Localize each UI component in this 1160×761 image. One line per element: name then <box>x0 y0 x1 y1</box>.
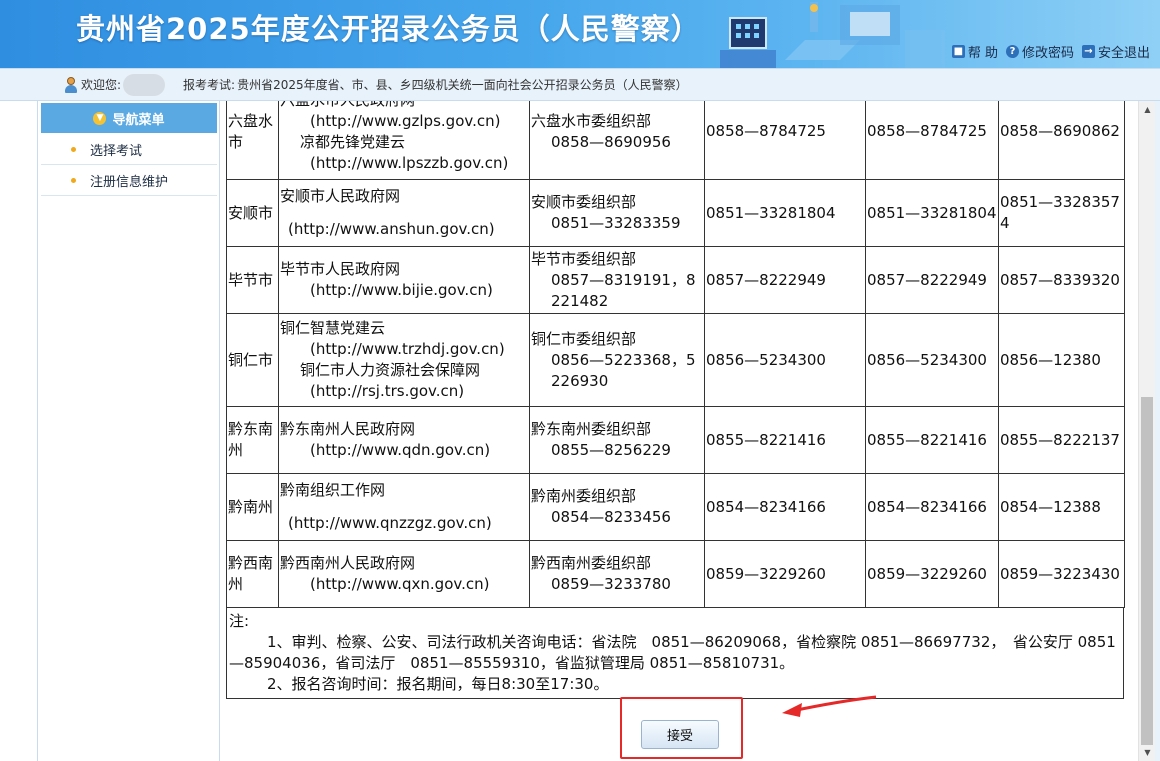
notes-line-1: 1、审判、检察、公安、司法行政机关咨询电话：省法院 0851—86209068，… <box>229 633 1116 672</box>
table-row: 黔南州 黔南组织工作网 (http://www.qnzzgz.gov.cn) 黔… <box>226 473 1125 541</box>
bullet-icon <box>71 178 76 183</box>
org-cell: 黔东南州委组织部 0855—8256229 <box>529 406 705 474</box>
phone-cell: 0858—8784725 <box>865 101 999 180</box>
bullet-icon <box>71 147 76 152</box>
scroll-up-icon[interactable]: ▲ <box>1139 101 1156 118</box>
username-redacted <box>123 73 166 96</box>
exam-value: 贵州省2025年度省、市、县、乡四级机关统一面向社会公开招录公务员（人民警察） <box>237 78 688 92</box>
notes-title: 注: <box>229 612 250 630</box>
main-content: 六盘水市 六盘水市人民政府网 (http://www.gzlps.gov.cn)… <box>220 101 1138 761</box>
phone-cell: 0851—33281804 <box>865 179 999 247</box>
exam-label: 报考考试: <box>183 78 236 92</box>
city-cell: 黔南州 <box>226 473 279 541</box>
city-cell: 黔东南州 <box>226 406 279 474</box>
header-banner: 贵州省2025年度公开招录公务员（人民警察） ■ 帮 助 ? 修改密码 → 安全… <box>0 0 1160 68</box>
website-cell: 铜仁智慧党建云 (http://www.trzhdj.gov.cn) 铜仁市人力… <box>278 313 530 407</box>
phone-cell: 0856—5234300 <box>704 313 866 407</box>
help-circle-icon: ? <box>1005 45 1019 58</box>
city-cell: 安顺市 <box>226 179 279 247</box>
website-cell: 安顺市人民政府网 (http://www.anshun.gov.cn) <box>278 179 530 247</box>
city-cell: 六盘水市 <box>226 101 279 180</box>
org-cell: 安顺市委组织部 0851—33283359 <box>529 179 705 247</box>
phone-cell: 0857—8222949 <box>865 246 999 314</box>
city-cell: 铜仁市 <box>226 313 279 407</box>
phone-cell: 0854—8234166 <box>704 473 866 541</box>
notes-section: 注: 1、审判、检察、公安、司法行政机关咨询电话：省法院 0851—862090… <box>226 607 1124 699</box>
org-cell: 黔西南州委组织部 0859—3233780 <box>529 540 705 608</box>
chevron-down-icon: ▼ <box>93 111 107 125</box>
logout-icon: → <box>1081 45 1095 58</box>
phone-cell: 0859—3229260 <box>704 540 866 608</box>
banner-illustration <box>720 2 945 68</box>
phone-cell: 0858—8784725 <box>704 101 866 180</box>
sidebar: ▼ 导航菜单 选择考试 注册信息维护 <box>37 101 220 761</box>
org-cell: 黔南州委组织部 0854—8233456 <box>529 473 705 541</box>
org-cell: 毕节市委组织部 0857—8319191，8221482 <box>529 246 705 314</box>
sidebar-item-registration-info[interactable]: 注册信息维护 <box>41 166 217 196</box>
city-cell: 黔西南州 <box>226 540 279 608</box>
scroll-down-icon[interactable]: ▼ <box>1139 744 1156 761</box>
red-arrow-annotation <box>782 695 877 717</box>
phone-cell: 0854—12388 <box>998 473 1125 541</box>
table-row: 毕节市 毕节市人民政府网 (http://www.bijie.gov.cn) 毕… <box>226 246 1125 314</box>
change-password-link[interactable]: ? 修改密码 <box>1005 42 1074 61</box>
table-row: 黔东南州 黔东南州人民政府网 (http://www.qdn.gov.cn) 黔… <box>226 406 1125 474</box>
nav-menu-header: ▼ 导航菜单 <box>41 103 217 133</box>
table-row: 安顺市 安顺市人民政府网 (http://www.anshun.gov.cn) … <box>226 179 1125 247</box>
website-cell: 六盘水市人民政府网 (http://www.gzlps.gov.cn) 凉都先锋… <box>278 101 530 180</box>
notes-line-2: 2、报名咨询时间：报名期间，每日8:30至17:30。 <box>267 675 609 693</box>
help-link[interactable]: ■ 帮 助 <box>951 42 998 61</box>
phone-cell: 0851—33283574 <box>998 179 1125 247</box>
logout-link[interactable]: → 安全退出 <box>1081 42 1150 61</box>
phone-cell: 0859—3223430 <box>998 540 1125 608</box>
org-cell: 铜仁市委组织部 0856—5223368，5226930 <box>529 313 705 407</box>
lock-icon: ■ <box>951 45 965 58</box>
table-row: 黔西南州 黔西南州人民政府网 (http://www.qxn.gov.cn) 黔… <box>226 540 1125 608</box>
phone-cell: 0855—8222137 <box>998 406 1125 474</box>
phone-cell: 0859—3229260 <box>865 540 999 608</box>
phone-cell: 0855—8221416 <box>865 406 999 474</box>
page-title: 贵州省2025年度公开招录公务员（人民警察） <box>76 12 701 46</box>
phone-cell: 0856—5234300 <box>865 313 999 407</box>
welcome-label: 欢迎您: <box>81 78 122 92</box>
phone-cell: 0851—33281804 <box>704 179 866 247</box>
phone-cell: 0857—8339320 <box>998 246 1125 314</box>
user-icon <box>64 76 78 93</box>
header-links: ■ 帮 助 ? 修改密码 → 安全退出 <box>951 42 1150 61</box>
website-cell: 毕节市人民政府网 (http://www.bijie.gov.cn) <box>278 246 530 314</box>
info-bar: 欢迎您: 报考考试: 贵州省2025年度省、市、县、乡四级机关统一面向社会公开招… <box>0 68 1160 101</box>
website-cell: 黔南组织工作网 (http://www.qnzzgz.gov.cn) <box>278 473 530 541</box>
phone-cell: 0857—8222949 <box>704 246 866 314</box>
phone-cell: 0858—8690862 <box>998 101 1125 180</box>
phone-cell: 0855—8221416 <box>704 406 866 474</box>
phone-cell: 0856—12380 <box>998 313 1125 407</box>
content-scrollbar[interactable]: ▲ ▼ <box>1138 101 1155 761</box>
website-cell: 黔东南州人民政府网 (http://www.qdn.gov.cn) <box>278 406 530 474</box>
scrollbar-thumb[interactable] <box>1141 397 1153 745</box>
accept-button[interactable]: 接受 <box>641 720 719 749</box>
table-row: 铜仁市 铜仁智慧党建云 (http://www.trzhdj.gov.cn) 铜… <box>226 313 1125 407</box>
table-row: 六盘水市 六盘水市人民政府网 (http://www.gzlps.gov.cn)… <box>226 101 1125 180</box>
right-edge-strip <box>1155 101 1160 761</box>
website-cell: 黔西南州人民政府网 (http://www.qxn.gov.cn) <box>278 540 530 608</box>
city-cell: 毕节市 <box>226 246 279 314</box>
org-cell: 六盘水市委组织部 0858—8690956 <box>529 101 705 180</box>
phone-cell: 0854—8234166 <box>865 473 999 541</box>
contact-table: 六盘水市 六盘水市人民政府网 (http://www.gzlps.gov.cn)… <box>226 101 1125 608</box>
sidebar-item-select-exam[interactable]: 选择考试 <box>41 135 217 165</box>
